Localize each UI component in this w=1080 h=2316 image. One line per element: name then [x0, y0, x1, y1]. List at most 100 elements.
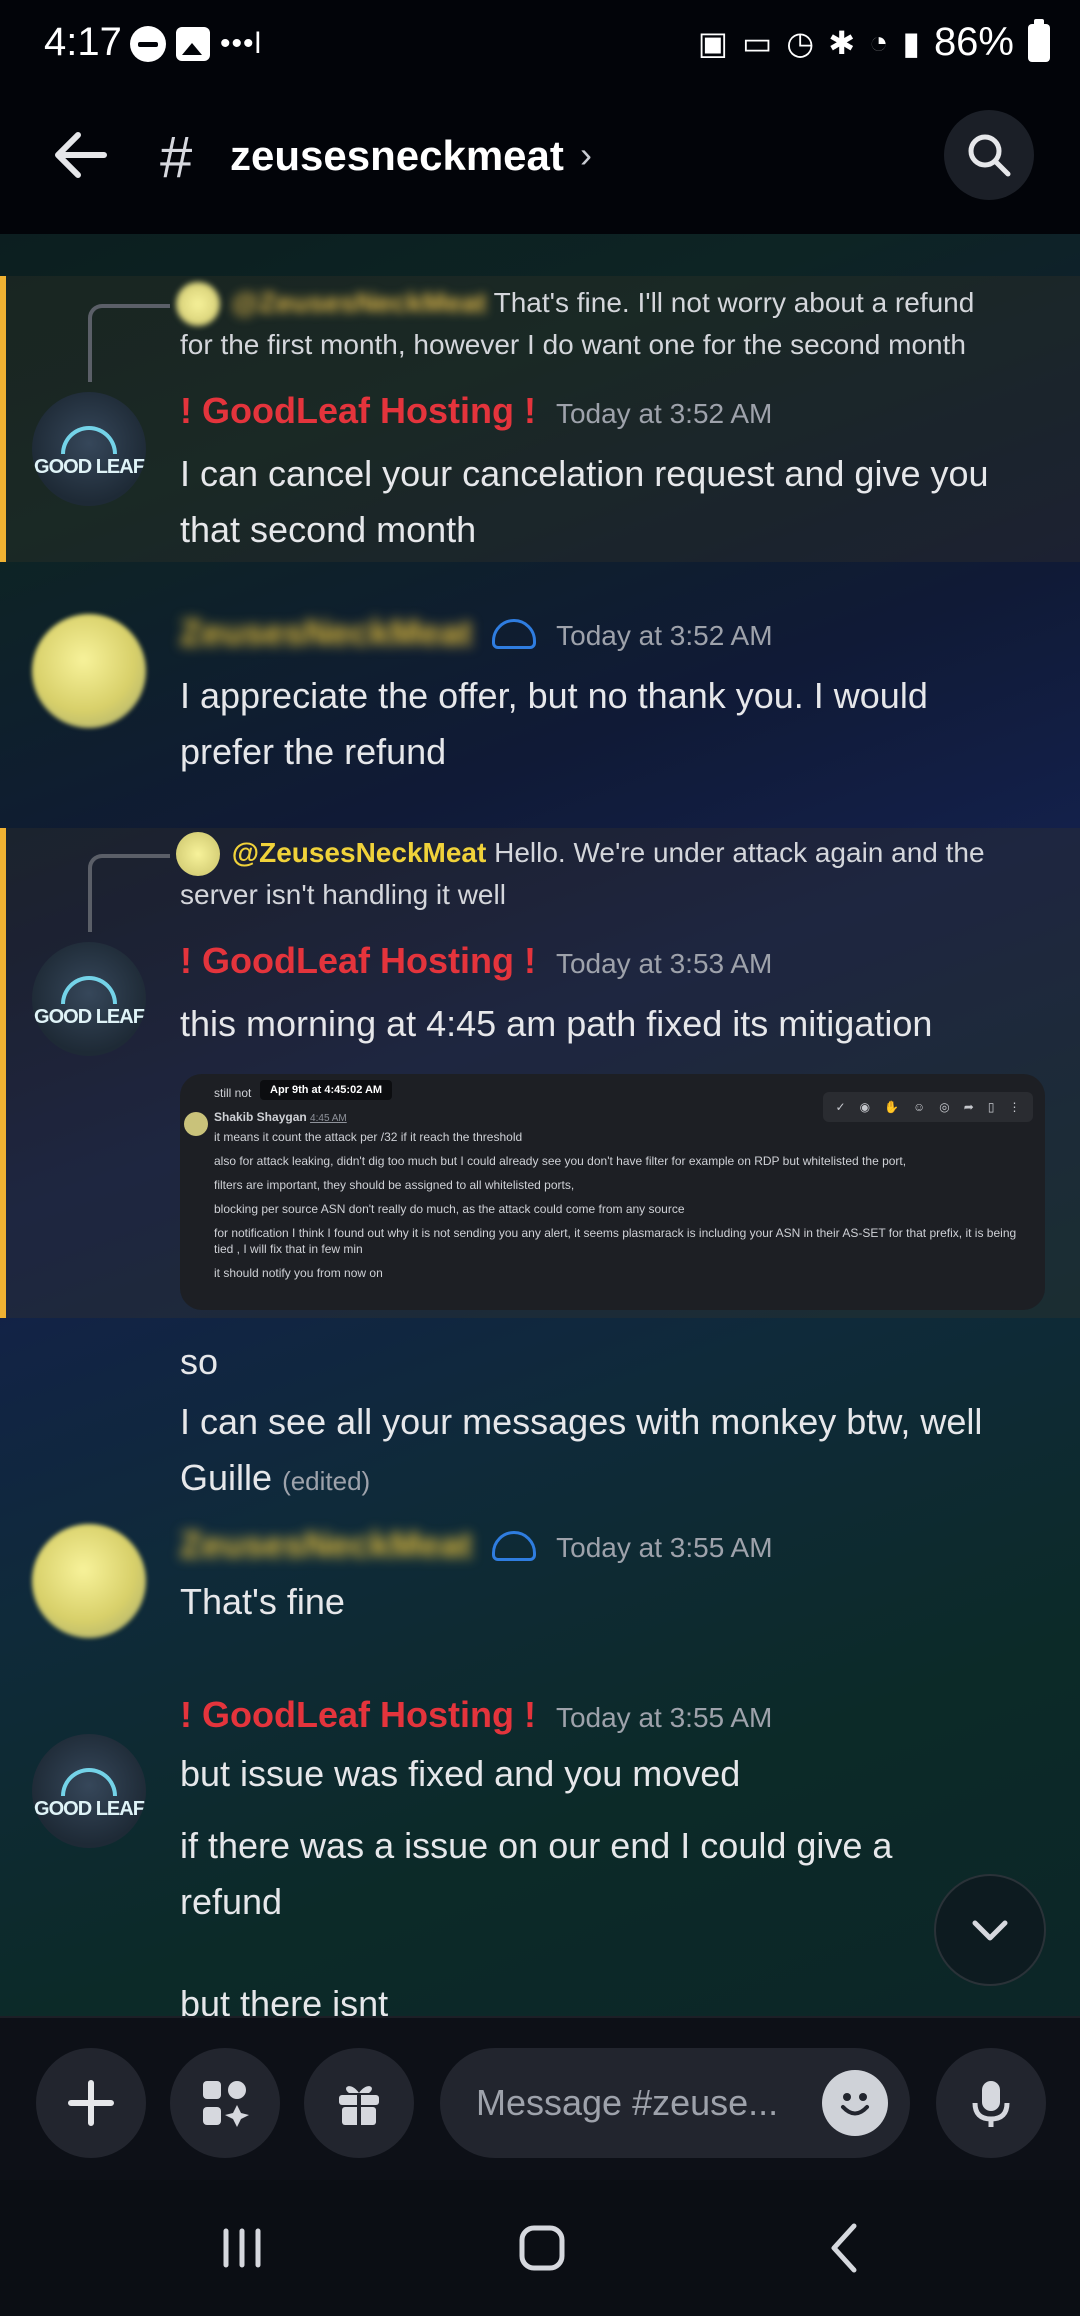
gift-icon	[339, 2086, 379, 2127]
author-name[interactable]: ZeusesNeckMeat	[180, 1524, 472, 1566]
message-body: I appreciate the offer, but no thank you…	[180, 675, 928, 772]
reply-text: That's fine. I'll not worry about a refu…	[493, 287, 975, 318]
timestamp: Today at 3:55 AM	[555, 1702, 773, 1733]
attachment-line: tied , I will fix that in few min	[214, 1242, 363, 1256]
cloud-icon	[61, 425, 117, 454]
apps-button[interactable]	[170, 2048, 280, 2158]
nitro-badge-icon	[492, 1531, 537, 1561]
arrow-left-icon	[55, 132, 107, 178]
jump-to-bottom-button[interactable]	[934, 1874, 1046, 1986]
avatar-goodleaf[interactable]: GOOD LEAF	[32, 942, 146, 1056]
reply-text: Hello. We're under attack again and the	[494, 837, 985, 868]
message-body: I can cancel your cancelation request an…	[180, 453, 989, 550]
message-composer	[0, 2016, 1080, 2180]
system-nav-bar	[0, 2180, 1080, 2316]
share-icon: ➦	[963, 1100, 974, 1114]
avatar-zeuses[interactable]	[32, 1524, 146, 1638]
alarm-icon: ◷	[786, 24, 815, 61]
cloud-icon	[61, 975, 117, 1004]
reply-connector	[88, 854, 170, 932]
search-button[interactable]	[944, 110, 1034, 200]
system-icons: ▣ ▭ ◷ ✱ ◔ ▮ 86%	[697, 18, 1050, 65]
emoji-button[interactable]	[822, 2070, 888, 2136]
message-body: so	[180, 1341, 219, 1382]
reply-text-cont: for the first month, however I do want o…	[180, 329, 966, 360]
reply-preview[interactable]: @ZeusesNeckMeat Hello. We're under attac…	[180, 832, 1040, 916]
channel-header: # zeusesneckmeat ›	[0, 96, 1080, 234]
reply-preview[interactable]: @ZeusesNeckMeat That's fine. I'll not wo…	[180, 282, 1040, 366]
plus-icon	[68, 2080, 114, 2126]
message-body: That's fine	[180, 1581, 345, 1622]
search-icon	[968, 134, 1011, 177]
microphone-icon	[972, 2081, 1010, 2127]
goodleaf-logo-text: GOOD LEAF	[34, 1797, 145, 1820]
avatar-goodleaf[interactable]: GOOD LEAF	[32, 392, 146, 506]
battery-percent: 86%	[933, 20, 1014, 64]
bluetooth-icon: ✱	[828, 24, 855, 61]
dnd-icon	[130, 26, 166, 62]
battery-saver-icon: ▣	[697, 24, 729, 61]
nitro-badge-icon	[492, 619, 537, 649]
attachment-line: it should notify you from now on	[214, 1266, 383, 1280]
author-name[interactable]: ! GoodLeaf Hosting !	[180, 940, 536, 982]
more-notifications-icon: •••l	[220, 27, 263, 60]
home-button[interactable]	[482, 2208, 602, 2288]
attachment-tooltip: Apr 9th at 4:45:02 AM	[260, 1080, 393, 1100]
battery-icon	[1028, 18, 1050, 62]
message-header: ! GoodLeaf Hosting ! Today at 3:52 AM	[180, 390, 772, 432]
author-name[interactable]: ! GoodLeaf Hosting !	[180, 390, 536, 432]
timestamp: Today at 3:52 AM	[556, 620, 773, 651]
message-body: I can see all your messages with monkey …	[180, 1401, 983, 1498]
message-body: but there isnt	[180, 1983, 389, 2016]
attachment-line: for notification I think I found out why…	[214, 1226, 1017, 1240]
author-name[interactable]: ZeusesNeckMeat	[180, 612, 472, 654]
cloud-icon	[61, 1767, 117, 1796]
message-header: ! GoodLeaf Hosting ! Today at 3:53 AM	[180, 940, 772, 982]
reply-mention[interactable]: @ZeusesNeckMeat	[232, 287, 487, 318]
hands-icon: ✋	[884, 1100, 900, 1114]
edited-label: (edited)	[282, 1466, 371, 1496]
signal-icon: ▮	[902, 24, 920, 61]
avatar-goodleaf[interactable]: GOOD LEAF	[32, 1734, 146, 1848]
message-body: if there was a issue on our end I could …	[180, 1825, 893, 1922]
recent-apps-icon	[223, 2228, 261, 2268]
avatar-zeuses[interactable]	[32, 614, 146, 728]
more-icon: ⋮	[1008, 1100, 1021, 1114]
author-name[interactable]: ! GoodLeaf Hosting !	[180, 1694, 536, 1736]
back-nav-button[interactable]	[786, 2208, 906, 2288]
back-chevron-icon	[831, 2223, 857, 2273]
message-feed[interactable]: @ZeusesNeckMeat That's fine. I'll not wo…	[0, 234, 1080, 2016]
chevron-down-icon	[972, 1920, 1008, 1941]
message-header: ZeusesNeckMeat Today at 3:52 AM	[180, 612, 773, 654]
back-button[interactable]	[46, 120, 116, 190]
goodleaf-logo-text: GOOD LEAF	[34, 1005, 145, 1028]
timestamp: Today at 3:52 AM	[555, 398, 773, 429]
react-icon: ☺	[913, 1100, 926, 1114]
apps-icon	[203, 2081, 249, 2127]
voice-message-button[interactable]	[936, 2048, 1046, 2158]
thread-icon: ◎	[939, 1100, 950, 1114]
image-attachment[interactable]: still not her Apr 9th at 4:45:02 AM ✓ ◉ …	[180, 1074, 1045, 1310]
attachment-line: it means it count the attack per /32 if …	[214, 1130, 523, 1144]
recent-apps-button[interactable]	[182, 2208, 302, 2288]
add-attachment-button[interactable]	[36, 2048, 146, 2158]
attachment-avatar	[184, 1112, 208, 1136]
home-icon	[519, 2225, 565, 2271]
gift-button[interactable]	[304, 2048, 414, 2158]
message-body: this morning at 4:45 am path fixed its m…	[180, 1003, 933, 1044]
attachment-line: blocking per source ASN don't really do …	[214, 1202, 685, 1216]
chevron-right-icon[interactable]: ›	[580, 134, 592, 176]
eyes-icon: ◉	[859, 1100, 871, 1114]
message-body: but issue was fixed and you moved	[180, 1753, 741, 1794]
sleep-icon: ▭	[742, 24, 773, 61]
private-channel-icon: #	[160, 125, 193, 190]
goodleaf-logo-text: GOOD LEAF	[34, 455, 145, 478]
reply-mention[interactable]: @ZeusesNeckMeat	[232, 837, 487, 868]
check-icon: ✓	[835, 1100, 846, 1114]
status-bar: 4:17 •••l ▣ ▭ ◷ ✱ ◔ ▮ 86%	[0, 0, 1080, 96]
wifi-icon: ◔	[869, 24, 889, 60]
attachment-toolbar: ✓ ◉ ✋ ☺ ◎ ➦ ▯ ⋮	[823, 1092, 1033, 1122]
notification-icons: •••l	[130, 26, 262, 62]
gallery-icon	[176, 27, 210, 61]
channel-title[interactable]: zeusesneckmeat	[230, 132, 564, 180]
